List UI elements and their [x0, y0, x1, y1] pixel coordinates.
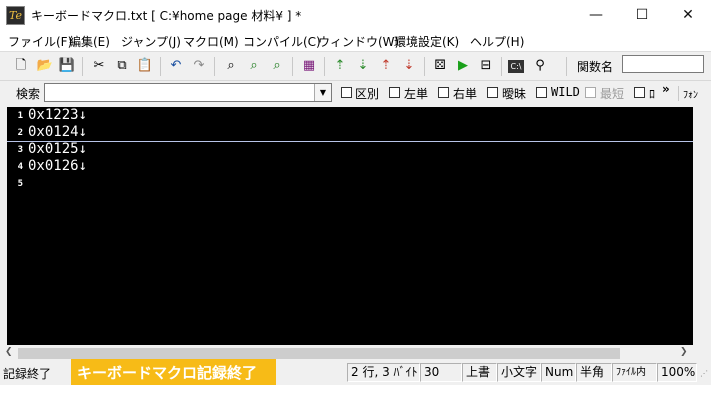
status-zoom[interactable]: 100% — [657, 363, 697, 382]
menu-edit[interactable]: 編集(E) — [69, 33, 110, 50]
code-line[interactable]: 0x1223↓ — [28, 107, 87, 123]
cut-icon[interactable]: ✂ — [90, 57, 108, 75]
status-position: 2 行, 3 ﾊﾞｲﾄ — [347, 363, 420, 382]
title-bar: Te キーボードマクロ.txt [ C:¥home page 材料¥ ] * —… — [0, 0, 711, 30]
menu-help[interactable]: ヘルプ(H) — [470, 33, 524, 50]
status-location: ﾌｧｲﾙ内 — [612, 363, 657, 382]
search-icon[interactable]: ⌕ — [222, 57, 240, 75]
font-button[interactable]: ﾌｫﾝ — [678, 86, 698, 101]
menu-compile[interactable]: コンパイル(C) — [243, 33, 321, 50]
redo-icon[interactable]: ↷ — [190, 57, 208, 75]
toolbar-separator — [160, 57, 161, 76]
tool-icon[interactable]: ⚲ — [531, 57, 549, 75]
status-width: 半角 — [576, 363, 612, 382]
option-case-label: 区別 — [355, 87, 380, 101]
status-column: 30 — [420, 363, 462, 382]
scroll-left-icon[interactable]: ❮ — [5, 347, 13, 357]
search-prev-icon[interactable]: ⌕ — [245, 57, 263, 75]
app-logo-icon: Te — [6, 6, 25, 25]
search-bar: 検索 ▼ 区別 左単 右単 曖昧 WILD 最短 ﾛ » ﾌｫﾝ — [0, 80, 711, 105]
search-next-icon[interactable]: ⌕ — [268, 57, 286, 75]
toolbar-separator — [82, 57, 83, 76]
close-button[interactable]: ✕ — [665, 0, 711, 30]
maximize-button[interactable]: ☐ — [619, 0, 665, 30]
code-line[interactable]: 0x0126↓ — [28, 158, 87, 174]
status-insert-mode[interactable]: 上書 — [462, 363, 497, 382]
option-case-checkbox[interactable] — [341, 87, 352, 98]
status-message: 記録終了 — [3, 367, 52, 381]
record-macro-icon[interactable]: ⚄ — [431, 57, 449, 75]
bookmark-down-icon[interactable]: ⇣ — [400, 57, 418, 75]
option-shortest-label: 最短 — [600, 87, 625, 101]
line-number: 5 — [17, 179, 23, 189]
toolbar-separator — [501, 57, 502, 76]
jump-down-icon[interactable]: ⇣ — [354, 57, 372, 75]
grep-icon[interactable]: ▦ — [300, 57, 318, 75]
menu-file[interactable]: ファイル(F) — [8, 33, 72, 50]
chevron-down-icon[interactable]: ▼ — [314, 84, 331, 101]
option-left-word-label: 左単 — [404, 87, 429, 101]
current-line-underline — [7, 141, 693, 142]
copy-icon[interactable]: ⧉ — [113, 57, 131, 75]
line-number: 4 — [17, 162, 23, 172]
toolbar: 🗋 📂 💾 ✂ ⧉ 📋 ↶ ↷ ⌕ ⌕ ⌕ ▦ ⇡ ⇣ ⇡ ⇣ ⚄ ▶ ⊟ C:… — [0, 51, 711, 80]
overflow-chevron-icon[interactable]: » — [662, 82, 670, 96]
option-wild-checkbox[interactable] — [536, 87, 547, 98]
option-shortest-checkbox[interactable] — [585, 87, 596, 98]
toolbar-separator — [292, 57, 293, 76]
toolbar-separator — [324, 57, 325, 76]
toolbar-separator — [214, 57, 215, 76]
vertical-scrollbar[interactable] — [693, 107, 711, 345]
new-file-icon[interactable]: 🗋 — [12, 57, 30, 75]
minimize-button[interactable]: — — [573, 0, 619, 30]
toolbar-separator — [424, 57, 425, 76]
undo-icon[interactable]: ↶ — [167, 57, 185, 75]
menu-jump[interactable]: ジャンプ(J) — [121, 33, 181, 50]
save-icon[interactable]: 💾 — [58, 57, 76, 75]
jump-up-icon[interactable]: ⇡ — [331, 57, 349, 75]
split-window-icon[interactable]: ⊟ — [477, 57, 495, 75]
open-folder-icon[interactable]: 📂 — [36, 57, 54, 75]
line-number: 2 — [17, 128, 23, 138]
menu-macro[interactable]: マクロ(M) — [183, 33, 239, 50]
search-input[interactable]: ▼ — [44, 83, 332, 102]
command-prompt-icon[interactable]: C:\ — [508, 60, 524, 73]
scrollbar-thumb[interactable] — [18, 348, 620, 359]
option-left-word-checkbox[interactable] — [389, 87, 400, 98]
editor-area[interactable]: 1 0x1223↓ 2 0x0124↓ 3 0x0125↓ 4 0x0126↓ … — [7, 107, 693, 345]
option-extra-label: ﾛ — [649, 87, 656, 101]
line-number: 3 — [17, 145, 23, 155]
scroll-right-icon[interactable]: ❯ — [680, 347, 688, 357]
toolbar-separator — [566, 57, 567, 76]
menu-window[interactable]: ウィンドウ(W) — [318, 33, 399, 50]
line-number: 1 — [17, 111, 23, 121]
window-title: キーボードマクロ.txt [ C:¥home page 材料¥ ] * — [31, 9, 302, 23]
function-name-label: 関数名 — [577, 60, 614, 74]
play-macro-icon[interactable]: ▶ — [454, 57, 472, 75]
bottom-strip — [0, 385, 711, 401]
option-fuzzy-checkbox[interactable] — [487, 87, 498, 98]
option-right-word-label: 右単 — [453, 87, 478, 101]
option-extra-checkbox[interactable] — [634, 87, 645, 98]
resize-grip-icon[interactable]: ⋰ — [700, 369, 708, 378]
option-fuzzy-label: 曖昧 — [502, 87, 527, 101]
code-line[interactable]: 0x0125↓ — [28, 141, 87, 157]
code-line[interactable]: 0x0124↓ — [28, 124, 87, 140]
paste-icon[interactable]: 📋 — [136, 57, 154, 75]
status-case: 小文字 — [497, 363, 541, 382]
option-wild-label: WILD — [551, 85, 580, 99]
status-numlock: Num — [541, 363, 576, 382]
bookmark-up-icon[interactable]: ⇡ — [377, 57, 395, 75]
function-name-field[interactable] — [622, 55, 704, 73]
option-right-word-checkbox[interactable] — [438, 87, 449, 98]
menu-bar: ファイル(F) 編集(E) ジャンプ(J) マクロ(M) コンパイル(C) ウィ… — [0, 30, 711, 51]
search-label: 検索 — [16, 87, 41, 101]
menu-settings[interactable]: 環境設定(K) — [394, 33, 459, 50]
